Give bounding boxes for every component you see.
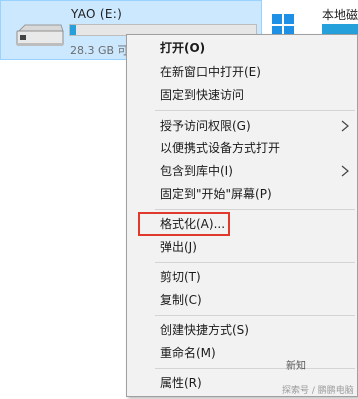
- windows-logo-icon: [272, 14, 294, 36]
- menu-separator: [155, 315, 355, 316]
- menu-item-label: 以便携式设备方式打开: [160, 141, 281, 155]
- menu-item-label: 重命名(M): [160, 346, 216, 360]
- drive-free-space: 28.3 GB 可: [70, 44, 129, 57]
- menu-separator: [155, 209, 355, 210]
- watermark-caption: 探索号 / 鹏鹏电脑: [282, 386, 354, 396]
- menu-separator: [155, 110, 355, 111]
- menu-item-eject[interactable]: 弹出(J): [127, 236, 357, 258]
- menu-separator: [155, 262, 355, 263]
- menu-item-rename[interactable]: 重命名(M): [127, 342, 357, 364]
- menu-item-pin-quick-access[interactable]: 固定到快速访问: [127, 84, 357, 106]
- menu-item-label: 格式化(A)...: [160, 217, 226, 231]
- menu-item-pin-to-start[interactable]: 固定到"开始"屏幕(P): [127, 183, 357, 205]
- drive-usage-fill: [70, 25, 76, 35]
- menu-item-open[interactable]: 打开(O): [127, 37, 357, 59]
- menu-item-format[interactable]: 格式化(A)...: [127, 213, 357, 235]
- menu-item-cut[interactable]: 剪切(T): [127, 266, 357, 288]
- menu-item-label: 包含到库中(I): [160, 164, 233, 178]
- menu-item-label: 属性(R): [160, 376, 202, 390]
- hard-drive-icon: [16, 24, 64, 46]
- menu-item-label: 固定到"开始"屏幕(P): [160, 187, 272, 201]
- menu-item-label: 复制(C): [160, 293, 202, 307]
- menu-item-create-shortcut[interactable]: 创建快捷方式(S): [127, 319, 357, 341]
- menu-item-label: 弹出(J): [160, 240, 197, 254]
- menu-item-label: 创建快捷方式(S): [160, 323, 249, 337]
- menu-item-label: 授予访问权限(G): [160, 119, 251, 133]
- menu-item-label: 打开(O): [160, 41, 206, 55]
- chevron-right-icon: [341, 165, 349, 177]
- menu-item-open-portable-device[interactable]: 以便携式设备方式打开: [127, 137, 357, 159]
- neighbor-drive-name[interactable]: 本地磁: [322, 6, 358, 23]
- menu-item-label: 在新窗口中打开(E): [160, 65, 261, 79]
- menu-item-include-in-library[interactable]: 包含到库中(I): [127, 160, 357, 182]
- menu-item-open-new-window[interactable]: 在新窗口中打开(E): [127, 61, 357, 83]
- context-menu: 打开(O) 在新窗口中打开(E) 固定到快速访问 授予访问权限(G) 以便携式设…: [126, 34, 358, 397]
- menu-item-label: 固定到快速访问: [160, 88, 245, 102]
- menu-item-label: 剪切(T): [160, 270, 201, 284]
- drive-name: YAO (E:): [71, 7, 123, 21]
- menu-item-give-access[interactable]: 授予访问权限(G): [127, 115, 357, 137]
- menu-item-copy[interactable]: 复制(C): [127, 289, 357, 311]
- menu-separator: [155, 368, 355, 369]
- chevron-right-icon: [341, 120, 349, 132]
- watermark-logo: 新知: [286, 361, 306, 372]
